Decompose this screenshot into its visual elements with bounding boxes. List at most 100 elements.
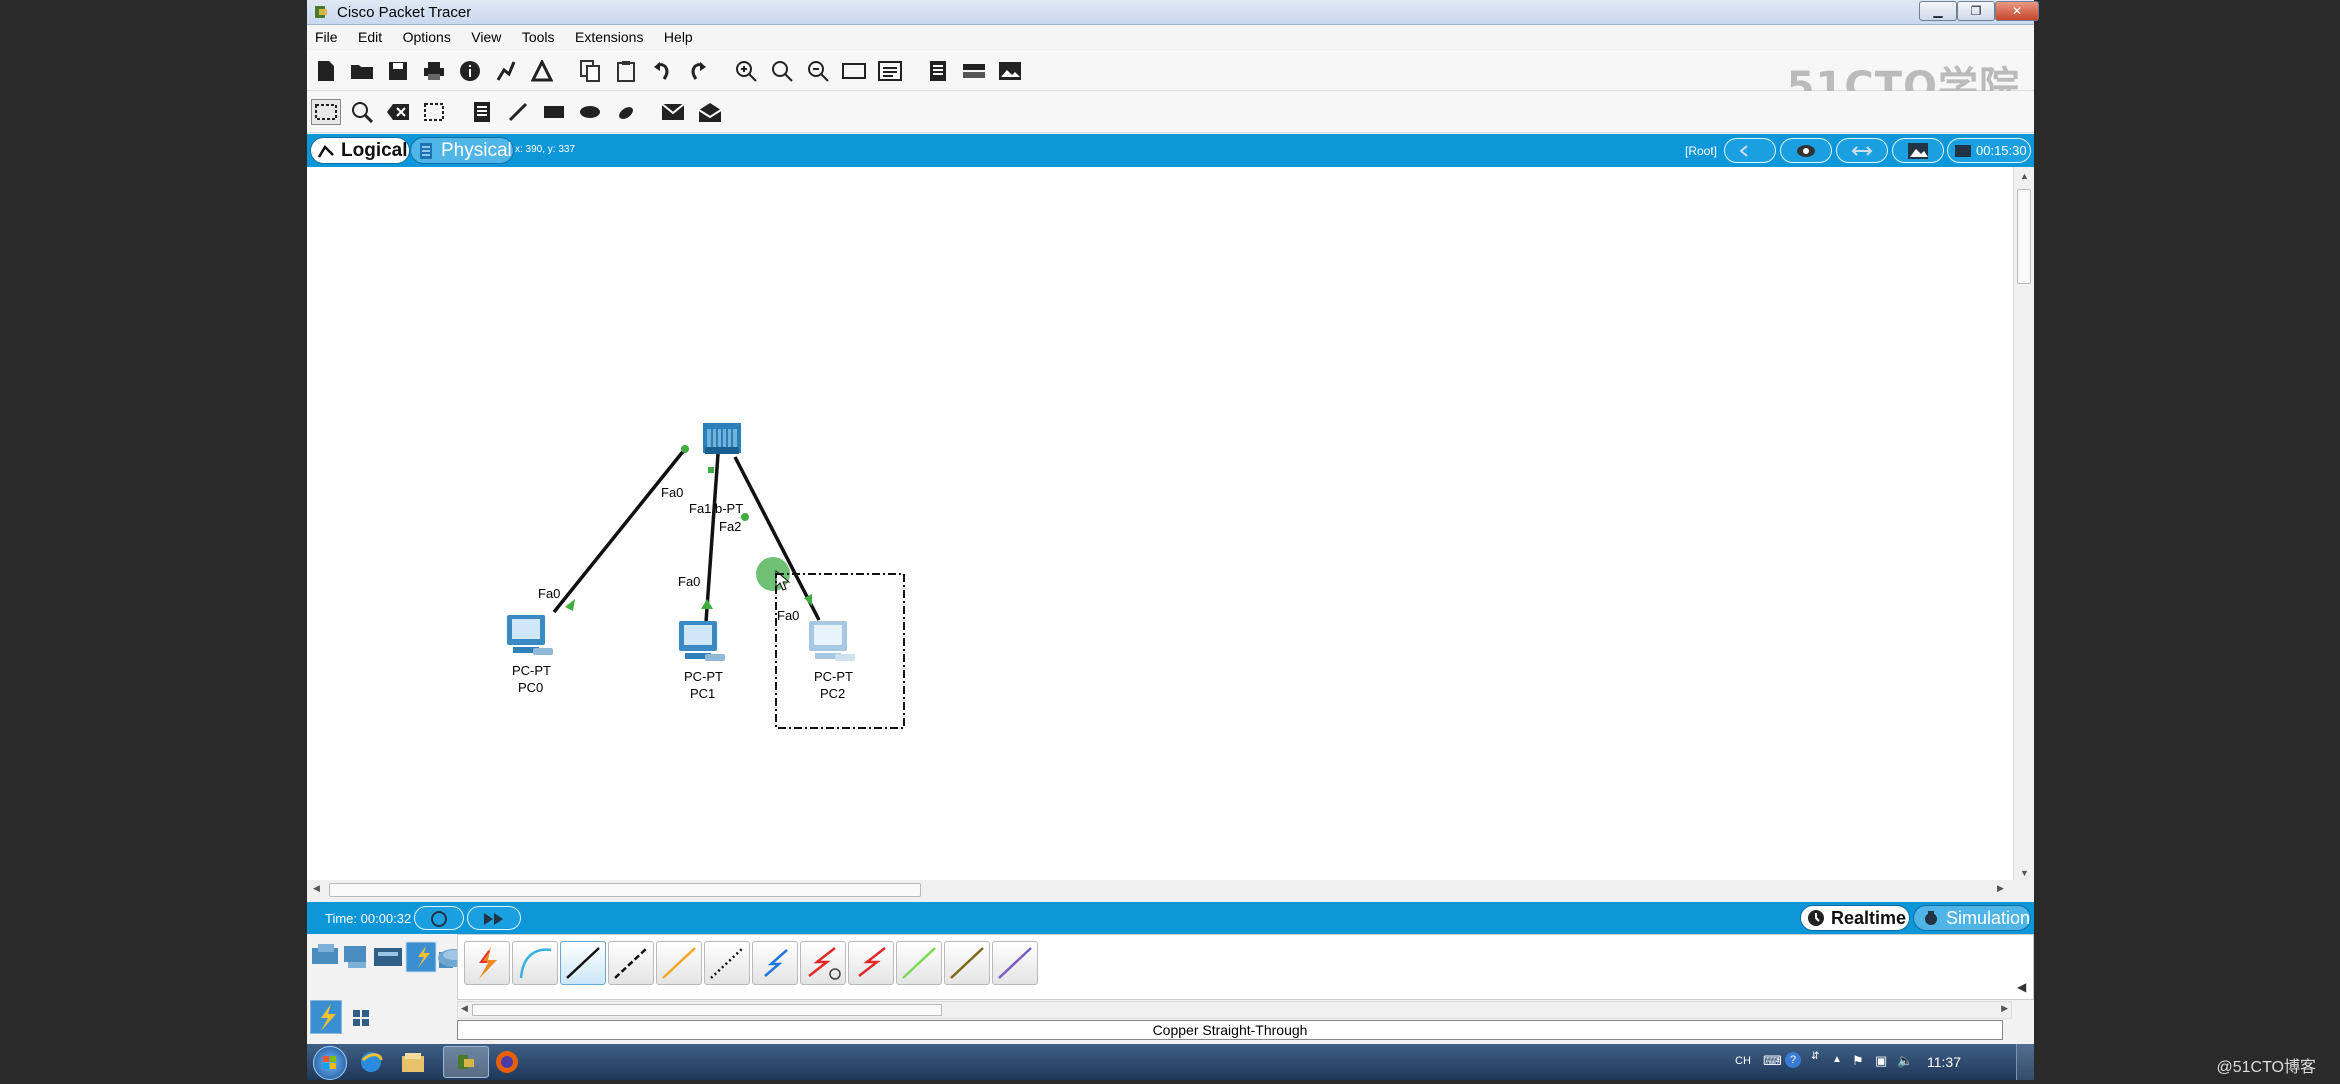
set-background-button[interactable]	[1892, 138, 1944, 163]
save-icon[interactable]	[385, 58, 411, 84]
menu-options[interactable]: Options	[395, 25, 459, 45]
back-navigation-button[interactable]	[1724, 138, 1776, 163]
cable-serial-dte[interactable]	[848, 941, 894, 985]
cable-serial-dce[interactable]	[800, 941, 846, 985]
activity-wizard-icon[interactable]	[529, 58, 555, 84]
network-tray-arrows-icon[interactable]: ⇵	[1811, 1051, 1819, 1062]
fast-forward-button[interactable]	[467, 906, 521, 930]
tab-logical[interactable]: Logical	[310, 137, 410, 164]
cable-console[interactable]	[512, 941, 558, 985]
move-object-button[interactable]	[1836, 138, 1888, 163]
freeform-icon[interactable]	[613, 99, 639, 125]
add-simple-pdu-icon[interactable]	[661, 99, 687, 125]
cable-fiber[interactable]	[656, 941, 702, 985]
pc2-device[interactable]	[809, 621, 855, 661]
menu-extensions[interactable]: Extensions	[567, 25, 651, 45]
zoom-reset-icon[interactable]	[769, 58, 795, 84]
link-switch-pc0[interactable]	[552, 447, 687, 614]
cable-coaxial[interactable]	[752, 941, 798, 985]
undo-icon[interactable]	[649, 58, 675, 84]
root-path-label[interactable]: [Root]	[1685, 144, 1717, 158]
horizontal-scrollbar[interactable]: ◀ ▶	[307, 880, 2034, 900]
new-cluster-button[interactable]	[1780, 138, 1832, 163]
realtime-mode-button[interactable]: Realtime	[1800, 905, 1910, 931]
draw-line-icon[interactable]	[505, 99, 531, 125]
connections-icon[interactable]	[405, 941, 437, 973]
input-language-indicator[interactable]: CH	[1735, 1055, 1751, 1067]
network-devices-icon[interactable]	[312, 944, 338, 964]
close-button[interactable]: ✕	[1995, 1, 2039, 21]
restore-button[interactable]: ❐	[1957, 1, 1995, 21]
link-switch-pc1[interactable]	[704, 453, 720, 623]
volume-tray-icon[interactable]: 🔈	[1897, 1053, 1913, 1069]
components-icon[interactable]	[374, 948, 402, 966]
end-devices-icon[interactable]	[344, 946, 366, 968]
start-button[interactable]	[313, 1046, 347, 1080]
network-tray-icon[interactable]: ▣	[1875, 1053, 1887, 1069]
taskbar-ie-button[interactable]	[357, 1048, 397, 1078]
draw-ellipse-icon[interactable]	[577, 99, 603, 125]
simulation-mode-button[interactable]: Simulation	[1913, 905, 2031, 931]
image-icon[interactable]	[997, 58, 1023, 84]
report-icon[interactable]	[925, 58, 951, 84]
vertical-scroll-thumb[interactable]	[2017, 189, 2031, 284]
add-complex-pdu-icon[interactable]	[697, 99, 723, 125]
flag-tray-icon[interactable]: ⚑	[1852, 1053, 1864, 1069]
menu-view[interactable]: View	[463, 25, 509, 45]
custom-device-dialog-icon[interactable]	[877, 58, 903, 84]
logical-workspace-canvas[interactable]: Fa0 Fa1 b-PT Fa2 Fa0 Fa0 Fa0 PC-PT PC0 P…	[307, 167, 2013, 880]
cable-iot[interactable]	[944, 941, 990, 985]
link-switch-pc2[interactable]	[733, 456, 821, 621]
menu-help[interactable]: Help	[656, 25, 701, 45]
tab-physical[interactable]: Physical	[410, 137, 514, 164]
draw-rectangle-icon[interactable]	[541, 99, 567, 125]
menu-tools[interactable]: Tools	[514, 25, 563, 45]
info-icon[interactable]	[457, 58, 483, 84]
paste-icon[interactable]	[613, 58, 639, 84]
taskbar-clock[interactable]: 11:37	[1927, 1054, 1961, 1070]
network-wizard-icon[interactable]	[493, 58, 519, 84]
new-file-icon[interactable]	[313, 58, 339, 84]
cable-automatic[interactable]	[464, 941, 510, 985]
panel-collapse-arrow-icon[interactable]: ◀	[2017, 980, 2026, 994]
device-template-icon[interactable]	[961, 58, 987, 84]
zoom-in-icon[interactable]	[733, 58, 759, 84]
cable-list-scrollbar[interactable]: ◀ ▶	[457, 1001, 2012, 1019]
connections-subcategory-button[interactable]	[310, 1000, 342, 1034]
resize-shape-icon[interactable]	[421, 99, 447, 125]
minimize-button[interactable]: ▁	[1919, 1, 1957, 21]
keyboard-tray-icon[interactable]: ⌨	[1763, 1053, 1782, 1069]
cable-copper-cross-over[interactable]	[608, 941, 654, 985]
place-note-icon[interactable]	[469, 99, 495, 125]
open-folder-icon[interactable]	[349, 58, 375, 84]
vertical-scrollbar[interactable]: ▲ ▼	[2013, 167, 2034, 880]
pc0-device[interactable]	[507, 615, 553, 655]
copy-icon[interactable]	[577, 58, 603, 84]
taskbar-firefox-button[interactable]	[493, 1048, 533, 1078]
print-icon[interactable]	[421, 58, 447, 84]
cable-phone[interactable]	[704, 941, 750, 985]
pc1-device[interactable]	[679, 621, 725, 661]
zoom-out-icon[interactable]	[805, 58, 831, 84]
show-desktop-button[interactable]	[2016, 1044, 2034, 1080]
help-tray-icon[interactable]: ?	[1785, 1052, 1801, 1068]
select-tool-icon[interactable]	[311, 99, 341, 125]
cable-list-scroll-thumb[interactable]	[472, 1004, 942, 1016]
cable-usb[interactable]	[992, 941, 1038, 985]
taskbar-packet-tracer-button[interactable]	[443, 1046, 489, 1078]
cable-octal[interactable]	[896, 941, 942, 985]
redo-icon[interactable]	[685, 58, 711, 84]
show-hidden-icons-arrow-icon[interactable]: ▲	[1832, 1054, 1842, 1065]
grid-view-button[interactable]	[351, 1008, 373, 1030]
cable-copper-straight-through[interactable]	[560, 941, 606, 985]
horizontal-scroll-thumb[interactable]	[329, 883, 921, 897]
viewport-clock[interactable]: 00:15:30	[1947, 138, 2031, 163]
taskbar-explorer-button[interactable]	[399, 1048, 439, 1078]
menu-file[interactable]: File	[307, 25, 346, 45]
menu-edit[interactable]: Edit	[350, 25, 390, 45]
drawing-palette-icon[interactable]	[841, 58, 867, 84]
switch-device[interactable]	[703, 423, 741, 454]
power-cycle-button[interactable]	[414, 906, 464, 930]
delete-icon[interactable]	[385, 99, 411, 125]
inspect-icon[interactable]	[349, 99, 375, 125]
